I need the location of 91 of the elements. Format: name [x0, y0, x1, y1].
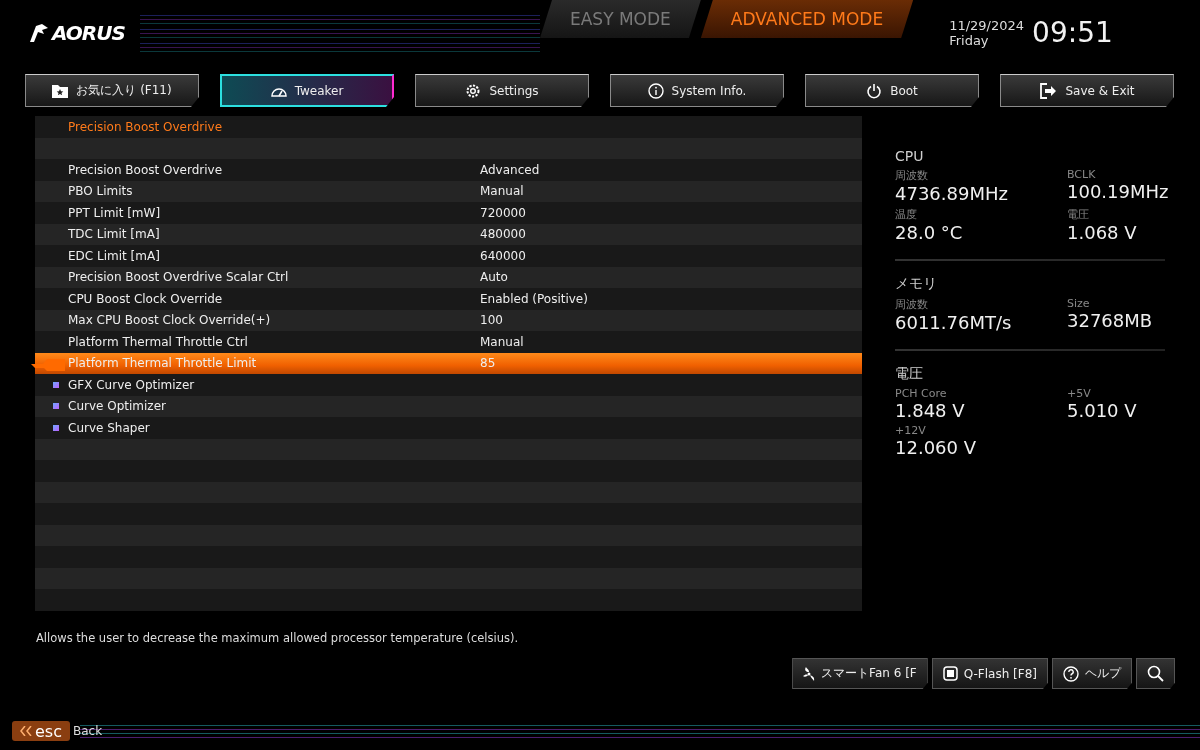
setting-value: Advanced	[480, 162, 540, 177]
submenu-square-icon	[53, 381, 59, 388]
reading-value: 12.060 V	[895, 437, 978, 458]
hardware-section-title: メモリ	[895, 275, 938, 293]
setting-row[interactable]: EDC Limit [mA] 640000	[35, 245, 862, 267]
reading-value: 1.848 V	[895, 400, 966, 421]
setting-value: 640000	[480, 248, 526, 263]
setting-label: Curve Shaper	[68, 420, 151, 435]
hardware-section-title: CPU	[895, 148, 925, 164]
search-button[interactable]	[1136, 658, 1175, 689]
menu-tab[interactable]: Boot	[805, 74, 979, 107]
setting-label: Precision Boost Overdrive	[68, 162, 224, 177]
reading-value: 32768MB	[1067, 310, 1154, 331]
reading-value: 28.0 °C	[895, 222, 964, 243]
reading-label: PCH Core	[895, 387, 948, 400]
info-icon	[647, 82, 664, 99]
hardware-section-title: 電圧	[895, 365, 924, 383]
folder-star-icon	[52, 83, 69, 98]
toolbar-button[interactable]: スマートFan 6 [F	[792, 658, 928, 689]
menu-tab[interactable]: Settings	[415, 74, 589, 107]
setting-label: Max CPU Boost Clock Override(+)	[68, 313, 272, 328]
setting-row[interactable]: Max CPU Boost Clock Override(+) 100	[35, 309, 862, 331]
toolbar-button[interactable]: Q-Flash [F8]	[931, 658, 1048, 689]
escape-key-button[interactable]: esc	[12, 721, 70, 741]
setting-row[interactable]: PBO Limits Manual	[35, 180, 862, 202]
setting-row[interactable]: PPT Limit [mW] 720000	[35, 202, 862, 224]
setting-value: 480000	[480, 227, 526, 242]
setting-label: CPU Boost Clock Override	[68, 291, 224, 306]
menu-tab[interactable]: Tweaker	[220, 74, 394, 107]
reading-label: +5V	[1067, 387, 1092, 400]
double-chevron-icon	[20, 726, 32, 736]
reading-value: 4736.89MHz	[895, 183, 1009, 204]
weekday-text: Friday	[949, 32, 990, 48]
settings-icon	[465, 82, 482, 99]
help-icon	[1063, 665, 1079, 682]
help-description: Allows the user to decrease the maximum allowed processor temperature (celsius).	[36, 631, 520, 645]
reading-label: 電圧	[1067, 207, 1090, 222]
eagle-logo-icon	[28, 21, 50, 44]
exit-icon	[1039, 82, 1058, 99]
setting-value: Manual	[480, 184, 524, 199]
setting-row[interactable]: Curve Optimizer	[35, 395, 862, 417]
reading-value: 5.010 V	[1067, 400, 1138, 421]
setting-label: GFX Curve Optimizer	[68, 377, 196, 392]
section-title: Precision Boost Overdrive	[68, 119, 223, 134]
reading-value: 6011.76MT/s	[895, 312, 1013, 333]
setting-label: PBO Limits	[68, 184, 134, 199]
setting-label: Platform Thermal Throttle Ctrl	[68, 334, 249, 349]
setting-row[interactable]: Curve Shaper	[35, 417, 862, 439]
setting-value: Manual	[480, 334, 524, 349]
setting-row[interactable]: Platform Thermal Throttle Ctrl Manual	[35, 331, 862, 353]
setting-label: TDC Limit [mA]	[68, 227, 161, 242]
setting-row[interactable]: CPU Boost Clock Override Enabled (Positive)	[35, 288, 862, 310]
reading-label: 温度	[895, 207, 918, 222]
reading-label: BCLK	[1067, 168, 1097, 181]
setting-label: Platform Thermal Throttle Limit	[68, 356, 258, 371]
back-label: Back	[73, 724, 103, 738]
setting-row[interactable]: Precision Boost Overdrive Advanced	[35, 159, 862, 181]
toolbar-button[interactable]: ヘルプ	[1052, 658, 1132, 689]
mode-tab[interactable]: ADVANCED MODE	[700, 0, 914, 38]
setting-row[interactable]: GFX Curve Optimizer	[35, 374, 862, 396]
setting-label: Precision Boost Overdrive Scalar Ctrl	[68, 270, 290, 285]
selection-flare-icon	[31, 356, 65, 371]
setting-label: Curve Optimizer	[68, 399, 167, 414]
setting-value: 720000	[480, 205, 526, 220]
setting-row[interactable]: Precision Boost Overdrive Scalar Ctrl Auto	[35, 266, 862, 288]
fan-icon	[803, 666, 816, 681]
brand-logo: AORUS	[52, 20, 125, 45]
submenu-square-icon	[53, 403, 59, 410]
date-text: 11/29/2024	[949, 17, 1025, 33]
reading-label: 周波数	[895, 297, 929, 312]
setting-value: 85	[480, 356, 496, 371]
setting-value: 100	[480, 313, 503, 328]
submenu-square-icon	[53, 424, 59, 431]
setting-row[interactable]: TDC Limit [mA] 480000	[35, 223, 862, 245]
menu-tab[interactable]: お気に入り (F11)	[25, 74, 199, 107]
reading-label: 周波数	[895, 168, 929, 183]
setting-value: Enabled (Positive)	[480, 291, 588, 306]
power-icon	[866, 82, 883, 99]
reading-value: 100.19MHz	[1067, 181, 1169, 202]
chip-icon	[942, 666, 958, 681]
reading-label: +12V	[895, 424, 927, 437]
menu-tab[interactable]: Save & Exit	[1000, 74, 1174, 107]
setting-label: PPT Limit [mW]	[68, 205, 162, 220]
reading-value: 1.068 V	[1067, 222, 1138, 243]
search-icon	[1147, 665, 1164, 682]
menu-tab[interactable]: System Info.	[610, 74, 784, 107]
setting-value: Auto	[480, 270, 508, 285]
reading-label: Size	[1067, 297, 1091, 310]
setting-label: EDC Limit [mA]	[68, 248, 161, 263]
mode-tab[interactable]: EASY MODE	[540, 0, 701, 38]
clock-time: 09:51	[1032, 16, 1113, 49]
